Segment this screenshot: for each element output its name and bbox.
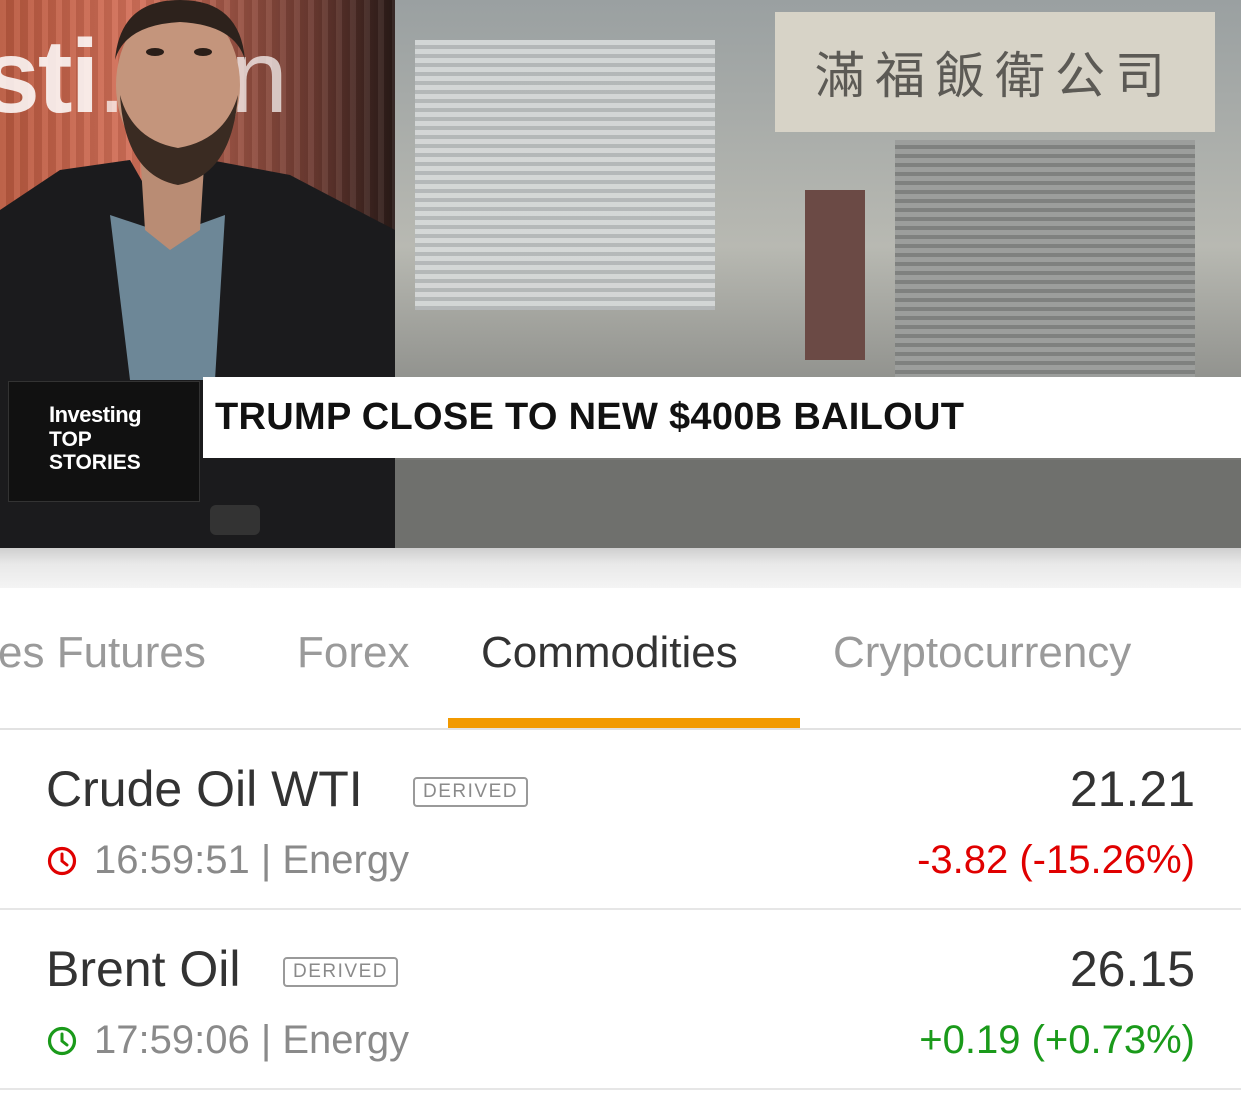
derived-badge: DERIVED [283, 957, 398, 987]
price-change: -3.82 (-15.26%) [917, 838, 1195, 882]
video-player[interactable]: sti.con 滿福飯衛公司 Investing TOP STORIES TRU… [0, 0, 1241, 548]
street-scene-image: 滿福飯衛公司 [395, 0, 1241, 548]
tab-forex[interactable]: Forex [297, 628, 409, 678]
headline-banner: TRUMP CLOSE TO NEW $400B BAILOUT [203, 377, 1241, 458]
quote-meta: 16:59:51 | Energy [46, 838, 409, 883]
last-price: 26.15 [1069, 941, 1195, 997]
clock-icon [47, 846, 77, 875]
market-tabs: es Futures Forex Commodities Cryptocurre… [0, 588, 1241, 730]
instrument-name: Crude Oil WTI [46, 761, 363, 817]
section-divider [0, 548, 1241, 588]
storefront-sign: 滿福飯衛公司 [775, 12, 1215, 132]
time-and-category: 16:59:51 | Energy [94, 838, 410, 882]
quote-row-crude-oil-wti[interactable]: Crude Oil WTI DERIVED 21.21 16:59:51 | E… [0, 730, 1241, 910]
tab-indices-futures[interactable]: es Futures [0, 628, 206, 678]
instrument-name: Brent Oil [46, 941, 241, 997]
active-tab-indicator [448, 718, 800, 728]
derived-badge: DERIVED [413, 777, 528, 807]
tab-commodities[interactable]: Commodities [481, 628, 738, 678]
time-and-category: 17:59:06 | Energy [94, 1018, 410, 1062]
last-price: 21.21 [1069, 761, 1195, 817]
tab-cryptocurrency[interactable]: Cryptocurrency [833, 628, 1131, 678]
investing-top-stories-logo: Investing TOP STORIES [8, 381, 200, 502]
quote-row-brent-oil[interactable]: Brent Oil DERIVED 26.15 17:59:06 | Energ… [0, 910, 1241, 1090]
clock-icon [47, 1026, 77, 1055]
quote-meta: 17:59:06 | Energy [46, 1018, 409, 1063]
price-change: +0.19 (+0.73%) [919, 1018, 1195, 1062]
headline-text: TRUMP CLOSE TO NEW $400B BAILOUT [215, 396, 965, 438]
